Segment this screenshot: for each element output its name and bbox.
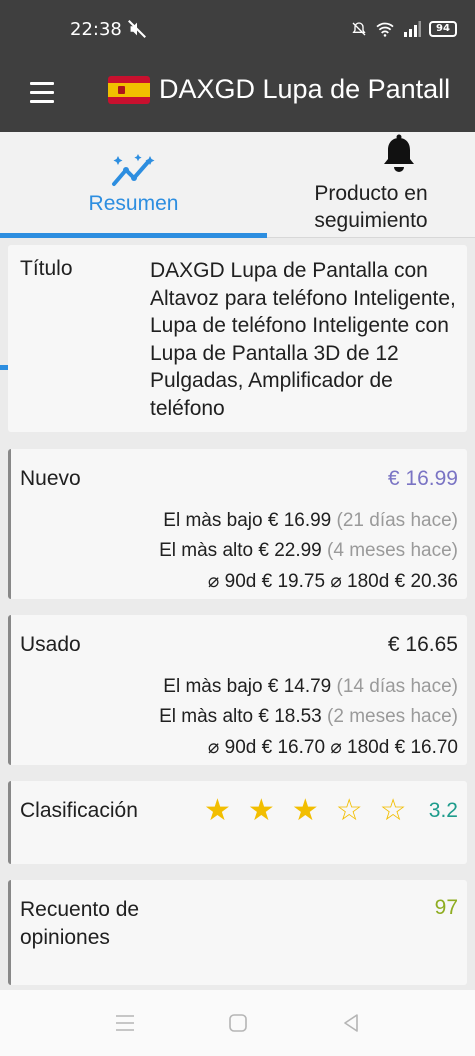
new-lowest-row: El màs bajo € 16.99 (21 días hace) <box>163 510 458 532</box>
tab-bar: Resumen Producto en seguimiento <box>0 132 475 370</box>
rating-card: Clasificación ★★★☆☆ 3.2 <box>8 781 467 864</box>
new-avg180-value: € 20.36 <box>394 571 458 592</box>
used-highest-value: € 18.53 <box>258 706 322 727</box>
new-label: Nuevo <box>20 467 81 490</box>
new-highest-when: (4 meses hace) <box>327 540 458 561</box>
signal-icon <box>404 21 421 37</box>
back-icon[interactable] <box>340 1012 362 1034</box>
used-lowest-label: El màs bajo <box>163 676 263 697</box>
used-price-card[interactable]: Usado € 16.65 El màs bajo € 14.79 (14 dí… <box>8 615 467 765</box>
status-bar: 22:38 94 <box>0 0 475 60</box>
active-tab-underline <box>0 233 267 238</box>
new-average-row: ⌀ 90d € 19.75 ⌀ 180d € 20.36 <box>208 570 458 593</box>
used-lowest-row: El màs bajo € 14.79 (14 días hace) <box>163 676 458 698</box>
tab-summary-label: Resumen <box>88 192 179 215</box>
alarm-off-icon <box>352 22 366 36</box>
review-count-label: Recuento de opiniones <box>20 898 140 949</box>
new-highest-label: El màs alto <box>159 540 254 561</box>
tab-tracking-label: Producto en seguimiento <box>314 182 428 232</box>
rating-value: 3.2 <box>428 799 458 822</box>
used-price: € 16.65 <box>387 633 458 656</box>
new-lowest-label: El màs bajo <box>163 510 263 531</box>
new-price: € 16.99 <box>387 467 458 490</box>
title-label: Título <box>20 257 73 280</box>
used-avg180-value: € 16.70 <box>394 737 458 758</box>
used-highest-label: El màs alto <box>159 706 254 727</box>
spain-flag-icon <box>108 76 150 104</box>
star-filled-icon: ★ <box>247 794 292 827</box>
new-avg90-value: € 19.75 <box>261 571 326 592</box>
bell-icon <box>384 134 414 172</box>
used-average-row: ⌀ 90d € 16.70 ⌀ 180d € 16.70 <box>208 736 458 759</box>
new-price-card[interactable]: Nuevo € 16.99 El màs bajo € 16.99 (21 dí… <box>8 449 467 599</box>
rating-stars: ★★★☆☆ <box>204 796 424 826</box>
new-avg180-label: ⌀ 180d <box>330 571 390 592</box>
page-title: DAXGD Lupa de Pantall <box>159 74 451 104</box>
title-card: Título DAXGD Lupa de Pantalla con Altavo… <box>8 245 467 432</box>
title-value: DAXGD Lupa de Pantalla con Altavoz para … <box>150 259 456 420</box>
app-bar: DAXGD Lupa de Pantall <box>0 60 475 132</box>
battery-icon: 94 <box>429 21 457 37</box>
used-avg90-label: ⌀ 90d <box>207 737 257 758</box>
wifi-icon <box>376 22 394 37</box>
star-filled-icon: ★ <box>204 794 248 827</box>
tab-tracking[interactable]: Producto en seguimiento <box>267 132 475 238</box>
new-lowest-value: € 16.99 <box>267 510 332 531</box>
recents-icon[interactable] <box>114 1012 136 1034</box>
chart-trend-icon <box>112 154 155 186</box>
new-highest-row: El màs alto € 22.99 (4 meses hace) <box>159 540 458 562</box>
system-nav-bar <box>0 990 475 1056</box>
mute-icon <box>128 20 146 38</box>
new-lowest-when: (21 días hace) <box>336 510 458 531</box>
used-lowest-value: € 14.79 <box>267 676 332 697</box>
star-empty-icon: ☆ <box>335 794 380 827</box>
new-highest-value: € 22.99 <box>258 540 322 561</box>
new-avg90-label: ⌀ 90d <box>207 571 257 592</box>
used-highest-row: El màs alto € 18.53 (2 meses hace) <box>159 706 458 728</box>
tab-summary[interactable]: Resumen <box>0 132 267 238</box>
review-count-value: 97 <box>434 896 458 919</box>
used-highest-when: (2 meses hace) <box>327 706 458 727</box>
star-filled-icon: ★ <box>291 794 336 827</box>
menu-icon[interactable] <box>30 82 54 104</box>
review-count-card: Recuento de opiniones 97 <box>8 880 467 985</box>
used-avg180-label: ⌀ 180d <box>330 737 390 758</box>
used-label: Usado <box>20 633 81 656</box>
used-lowest-when: (14 días hace) <box>336 676 458 697</box>
star-empty-icon: ☆ <box>379 794 424 827</box>
status-time: 22:38 <box>70 19 122 40</box>
used-avg90-value: € 16.70 <box>261 737 326 758</box>
rating-label: Clasificación <box>20 799 138 822</box>
home-icon[interactable] <box>227 1012 249 1034</box>
